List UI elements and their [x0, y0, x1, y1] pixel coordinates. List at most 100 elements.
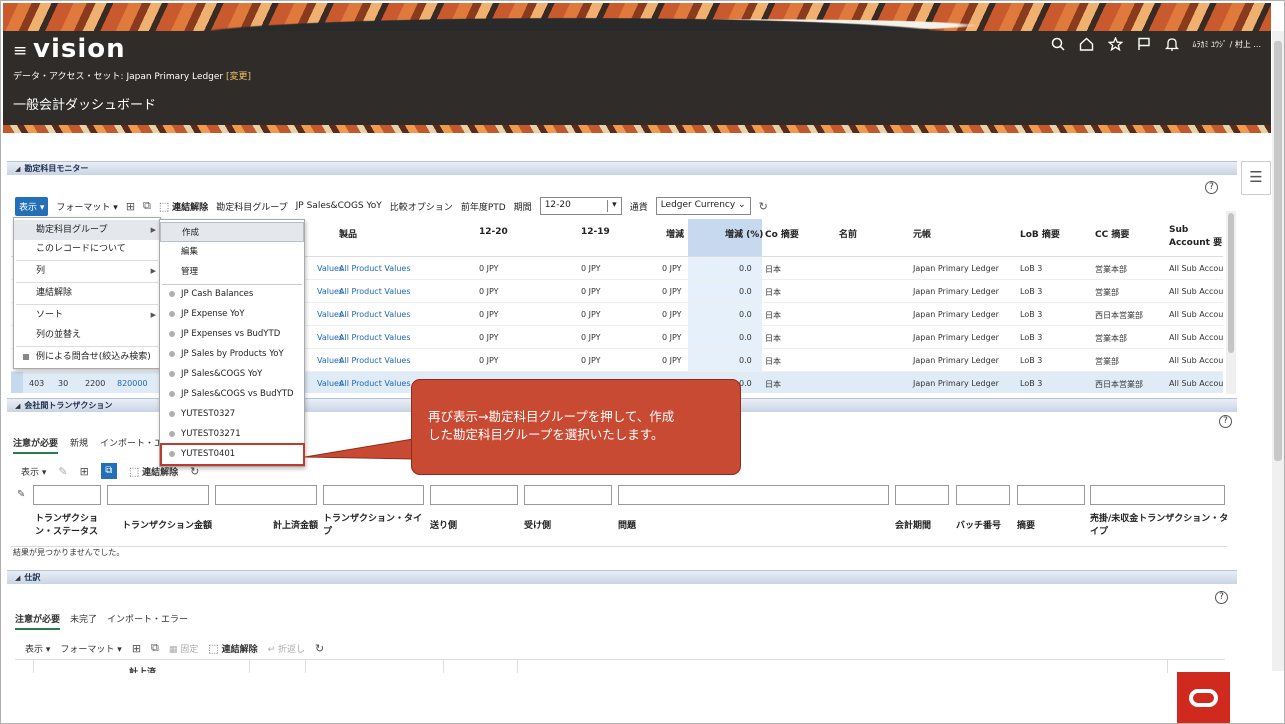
wrap-button[interactable]: ↵ 折返し	[268, 642, 305, 655]
tab-needs-attention[interactable]: 注意が必要	[15, 612, 61, 630]
tab-incomplete[interactable]: 未完了	[70, 612, 97, 630]
col-receiver[interactable]: 受け側	[524, 520, 551, 533]
display-menu-button[interactable]: 表示 ▾	[25, 642, 50, 655]
display-menu-button[interactable]: 表示 ▾	[15, 196, 49, 216]
filter-input[interactable]	[618, 485, 889, 505]
col-receivable-transaction-type[interactable]: 売掛/未収金トランザクション・タ イプ	[1090, 513, 1230, 539]
col-batch-number[interactable]: バッチ番号	[956, 520, 1001, 533]
flag-icon[interactable]	[1137, 37, 1151, 51]
filter-input[interactable]	[956, 485, 1010, 505]
edit-pencil-icon[interactable]: ✎	[58, 465, 67, 478]
collapse-triangle-icon[interactable]: ◢	[15, 402, 20, 410]
row-selector[interactable]	[11, 372, 23, 393]
tab-new[interactable]: 新規	[70, 436, 88, 454]
col-cc-desc[interactable]: CC 摘要	[1095, 227, 1129, 240]
col-posted-amount[interactable]: 計上済金額	[273, 520, 318, 533]
col-product[interactable]: 製品	[339, 227, 357, 240]
col-lob-desc[interactable]: LoB 摘要	[1020, 227, 1060, 240]
page-scrollbar[interactable]	[1272, 31, 1284, 671]
col-variance[interactable]: 増減	[666, 227, 684, 240]
col-name[interactable]: 名前	[839, 227, 857, 240]
menu-item-create[interactable]: 作成	[160, 222, 304, 242]
home-icon[interactable]	[1079, 37, 1094, 51]
vision-logo[interactable]: vision	[33, 34, 126, 64]
menu-item-edit[interactable]: 編集	[160, 242, 304, 262]
filter-input[interactable]	[430, 485, 518, 505]
filter-input[interactable]	[1090, 485, 1225, 505]
menu-item-account-group-option[interactable]: JP Expense YoY	[160, 304, 304, 324]
col-description[interactable]: 摘要	[1017, 520, 1035, 533]
filter-input[interactable]	[323, 485, 424, 505]
col-transaction-status[interactable]: トランザクショ ン・ステータス	[35, 513, 105, 539]
search-icon[interactable]	[1051, 37, 1065, 51]
table-scrollbar-thumb[interactable]	[1228, 213, 1234, 353]
cell-product[interactable]: All Product Values	[339, 333, 411, 342]
menu-item-columns[interactable]: 列 ▶	[14, 261, 160, 281]
collapse-triangle-icon[interactable]: ◢	[15, 574, 20, 582]
refresh-icon[interactable]: ↻	[315, 642, 324, 655]
cell-product[interactable]: All Product Values	[339, 287, 411, 296]
col-period-current[interactable]: 12-20	[479, 227, 508, 237]
filter-input[interactable]	[1017, 485, 1085, 505]
menu-item-query-by-example[interactable]: 例による問合せ(絞込み検索)	[14, 347, 160, 367]
menu-item-account-group-option[interactable]: JP Cash Balances	[160, 284, 304, 304]
panel-journals-header[interactable]: ◢ 仕訳	[7, 570, 1237, 584]
display-menu-button[interactable]: 表示 ▾	[21, 465, 46, 478]
col-period-prior[interactable]: 12-19	[581, 227, 610, 237]
detach-icon[interactable]: ⧉	[100, 463, 117, 479]
col-accounting-period[interactable]: 会計期間	[895, 520, 931, 533]
col-issue[interactable]: 問題	[618, 520, 636, 533]
hamburger-menu-icon[interactable]: ≡	[13, 41, 27, 61]
menu-item-manage[interactable]: 管理	[160, 262, 304, 282]
filter-input[interactable]	[524, 485, 612, 505]
freeze-icon[interactable]: ⊞	[80, 465, 89, 478]
detach-icon[interactable]: ⧉	[143, 199, 151, 213]
cell-product[interactable]: All Product Values	[339, 356, 411, 365]
side-panel-toggle-icon[interactable]: ☰	[1241, 161, 1271, 195]
period-select[interactable]: 12-20 ▾	[539, 197, 622, 215]
star-icon[interactable]	[1107, 37, 1123, 51]
help-icon[interactable]: ?	[1205, 181, 1218, 194]
filter-input[interactable]	[33, 485, 101, 505]
table-scrollbar[interactable]	[1226, 211, 1236, 394]
filter-input[interactable]	[215, 485, 317, 505]
tab-import-errors[interactable]: インポート・エラー	[107, 612, 188, 630]
menu-item-account-group-option[interactable]: YUTEST03271	[160, 424, 304, 444]
menu-item-account-group-option[interactable]: JP Sales&COGS vs BudYTD	[160, 384, 304, 404]
cell-product[interactable]: All Product Values	[339, 310, 411, 319]
refresh-icon[interactable]: ↻	[759, 200, 768, 213]
help-icon[interactable]: ?	[1219, 415, 1232, 428]
notification-bell-icon[interactable]	[1164, 37, 1179, 51]
menu-item-about-record[interactable]: このレコードについて	[14, 239, 160, 259]
freeze-icon[interactable]: ⊞	[126, 200, 135, 213]
menu-item-account-group[interactable]: 勘定科目グループ ▶	[14, 220, 160, 240]
menu-item-account-group-option[interactable]: JP Sales by Products YoY	[160, 344, 304, 364]
collapse-triangle-icon[interactable]: ◢	[15, 165, 20, 173]
page-scrollbar-thumb[interactable]	[1274, 41, 1282, 461]
panel-account-monitor-header[interactable]: ◢ 勘定科目モニター	[7, 161, 1237, 175]
menu-item-sort[interactable]: ソート ▶	[14, 305, 160, 325]
col-sender[interactable]: 送り側	[430, 520, 457, 533]
freeze-button[interactable]: ▦ 固定	[169, 642, 198, 655]
col-sub-account-desc[interactable]: Sub Account 要	[1169, 224, 1223, 250]
detach-button[interactable]: ⬚ 連結解除	[159, 200, 208, 213]
menu-item-reorder-columns[interactable]: 列の並替え	[14, 325, 160, 345]
col-variance-pct[interactable]: 増減 (%)	[725, 227, 763, 240]
clear-filter-icon[interactable]: ✎	[17, 489, 25, 500]
tab-needs-attention[interactable]: 注意が必要	[13, 436, 59, 454]
col-ledger[interactable]: 元帳	[913, 227, 931, 240]
menu-item-detach[interactable]: 連結解除	[14, 283, 160, 303]
filter-input[interactable]	[895, 485, 949, 505]
col-co-desc[interactable]: Co 摘要	[765, 227, 799, 240]
detach-button[interactable]: ⬚ 連結解除	[208, 642, 257, 655]
help-icon[interactable]: ?	[1215, 591, 1228, 604]
format-menu-button[interactable]: フォーマット ▾	[60, 642, 121, 655]
detach-icon[interactable]: ⧉	[151, 641, 159, 655]
format-menu-button[interactable]: フォーマット ▾	[56, 200, 117, 213]
menu-item-account-group-option[interactable]: JP Expenses vs BudYTD	[160, 324, 304, 344]
cell-product[interactable]: All Product Values	[339, 264, 411, 273]
col-transaction-type[interactable]: トランザクション・タイ プ	[323, 513, 423, 539]
currency-select[interactable]: Ledger Currency ⌄	[655, 197, 751, 215]
cell-product[interactable]: All Product Values	[339, 379, 411, 388]
change-link[interactable]: [変更]	[226, 72, 251, 82]
